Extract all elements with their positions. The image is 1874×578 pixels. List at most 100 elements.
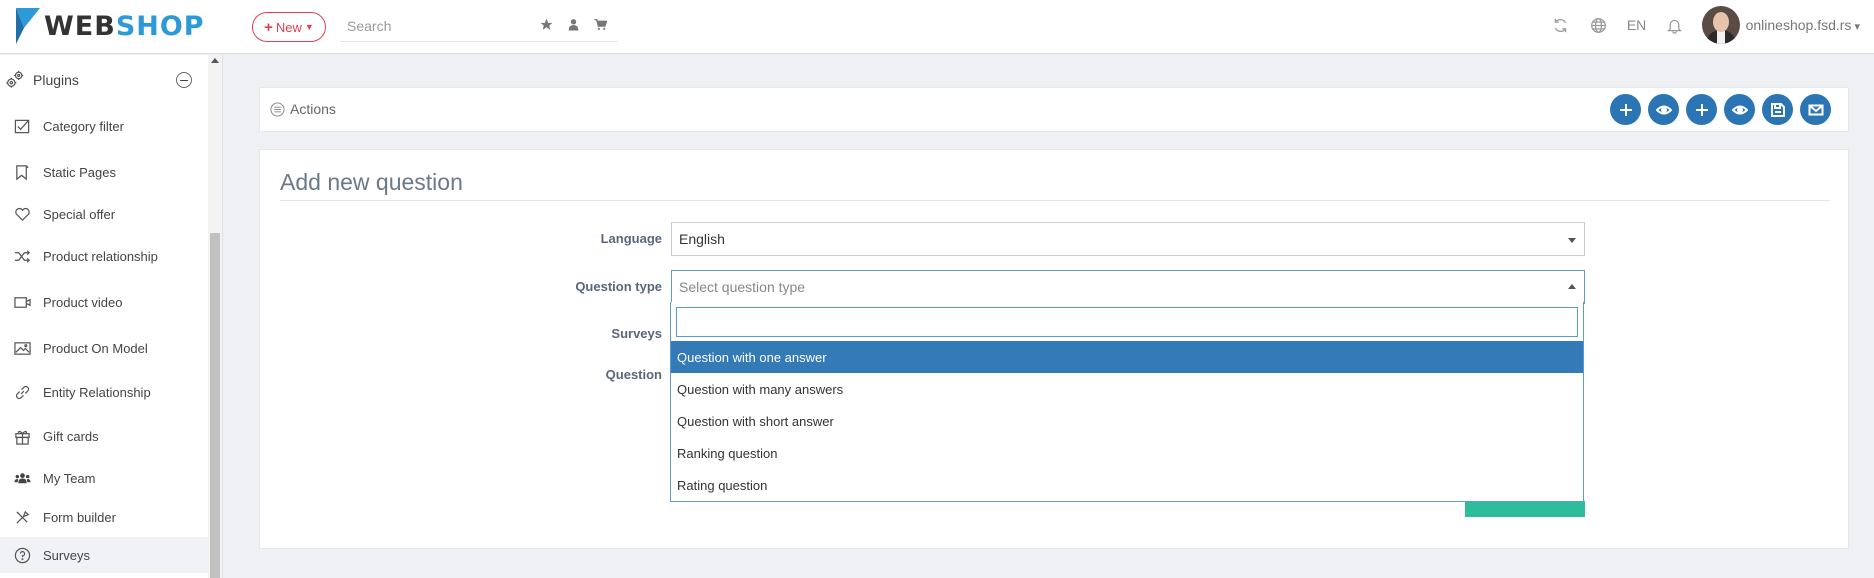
avatar[interactable] [1701,6,1740,44]
logo-text-shop: SHOP [115,10,205,42]
sidebar-item-special-offer[interactable]: Special offer [0,196,208,232]
sidebar-item-label: Static Pages [43,164,116,180]
language-switcher[interactable]: EN [1618,17,1656,33]
sidebar-item-surveys[interactable]: Surveys [0,537,208,573]
search-input[interactable] [340,17,530,34]
option-rating-question[interactable]: Rating question [671,469,1583,501]
sidebar-section-plugins[interactable]: Plugins [0,65,208,95]
sidebar-divider [222,55,223,578]
language-select[interactable]: English [671,222,1585,256]
language-label: Language [600,231,662,246]
sidebar-item-label: Special offer [43,206,116,222]
sidebar-item-product-relationship[interactable]: Product relationship [0,238,208,274]
question-label: Question [605,367,662,382]
option-label: Rating question [677,477,768,493]
surveys-label: Surveys [611,326,662,341]
question-circle-icon [11,547,33,564]
add-button[interactable] [1610,94,1641,125]
caret-down-icon [1568,238,1576,243]
option-ranking-question[interactable]: Ranking question [671,437,1583,469]
top-bar: WEBSHOP + New ▼ EN onlineshop.fsd.rs [0,0,1874,54]
user-icon[interactable] [567,18,580,31]
submit-button[interactable] [1465,501,1585,517]
new-button-label: New [275,19,302,35]
team-icon [11,470,33,487]
preview-button[interactable] [1648,94,1679,125]
list-circle-icon [270,101,285,117]
image-icon [11,340,33,357]
save-icon [1770,102,1785,117]
save-button[interactable] [1762,94,1793,125]
question-type-placeholder: Select question type [679,279,806,295]
actions-menu[interactable]: Actions [270,101,336,117]
star-icon[interactable] [540,18,553,31]
language-select-value: English [679,231,725,247]
sidebar-item-entity-relationship[interactable]: Entity Relationship [0,374,208,410]
bookmark-icon [11,164,33,181]
heart-icon [11,206,33,223]
question-type-label: Question type [575,279,662,294]
sidebar-item-label: Form builder [43,509,116,525]
plus-icon [1619,103,1632,116]
dropdown-search-input[interactable] [676,307,1578,337]
sidebar-scrollbar[interactable] [208,55,222,578]
logo-flag-icon [16,8,40,44]
sidebar-item-my-team[interactable]: My Team [0,460,208,496]
sidebar-item-label: Gift cards [43,428,99,444]
caret-up-icon [1568,284,1576,289]
logo-text-web: WEB [44,10,116,42]
plus-icon [1695,103,1708,116]
shuffle-icon [11,248,33,265]
option-label: Ranking question [677,445,778,461]
eye-icon [1655,105,1672,114]
question-type-select[interactable]: Select question type [671,270,1585,304]
collapse-icon[interactable] [176,72,192,88]
sidebar: Plugins Category filter Static Pages Spe… [0,55,208,578]
webshop-logo[interactable]: WEBSHOP [14,6,205,46]
cart-icon[interactable] [594,18,607,31]
sidebar-item-static-pages[interactable]: Static Pages [0,154,208,190]
option-question-many-answers[interactable]: Question with many answers [671,373,1583,405]
preview-button-2[interactable] [1724,94,1755,125]
option-question-short-answer[interactable]: Question with short answer [671,405,1583,437]
sidebar-item-label: Entity Relationship [43,384,151,400]
user-menu[interactable]: onlineshop.fsd.rs [1746,17,1860,33]
sidebar-item-product-on-model[interactable]: Product On Model [0,330,208,366]
sidebar-item-label: My Team [43,470,96,486]
sidebar-section-title: Plugins [33,72,79,88]
option-label: Question with one answer [677,349,827,365]
plugins-gears-icon [2,69,28,91]
sidebar-item-label: Product On Model [43,340,148,356]
sidebar-item-product-video[interactable]: Product video [0,284,208,320]
scrollbar-thumb[interactable] [210,233,220,578]
chevron-down-icon: ▼ [304,22,314,32]
link-icon [11,384,33,401]
new-button[interactable]: + New ▼ [252,12,326,42]
title-divider [280,200,1830,201]
bell-icon[interactable] [1656,17,1694,34]
option-label: Question with many answers [677,381,844,397]
globe-icon[interactable] [1580,17,1618,34]
sidebar-item-gift-cards[interactable]: Gift cards [0,418,208,454]
option-question-one-answer[interactable]: Question with one answer [671,341,1583,373]
sidebar-item-label: Surveys [43,547,90,563]
actions-label: Actions [290,101,336,117]
sidebar-item-label: Category filter [43,118,124,134]
send-email-button[interactable] [1800,94,1831,125]
search-box [340,10,618,42]
sidebar-item-label: Product relationship [43,248,158,264]
sidebar-item-category-filter[interactable]: Category filter [0,108,208,144]
page-title: Add new question [280,169,463,195]
actions-bar: Actions [259,87,1849,132]
envelope-icon [1808,104,1823,115]
sync-icon[interactable] [1542,17,1580,34]
plus-icon: + [264,18,273,36]
sidebar-item-form-builder[interactable]: Form builder [0,499,208,535]
gift-icon [11,428,33,445]
video-icon [11,294,33,311]
add-button-2[interactable] [1686,94,1717,125]
scroll-up-arrow-icon[interactable] [211,58,219,63]
checkbox-icon [11,118,33,135]
tools-icon [11,509,33,526]
option-label: Question with short answer [677,413,834,429]
